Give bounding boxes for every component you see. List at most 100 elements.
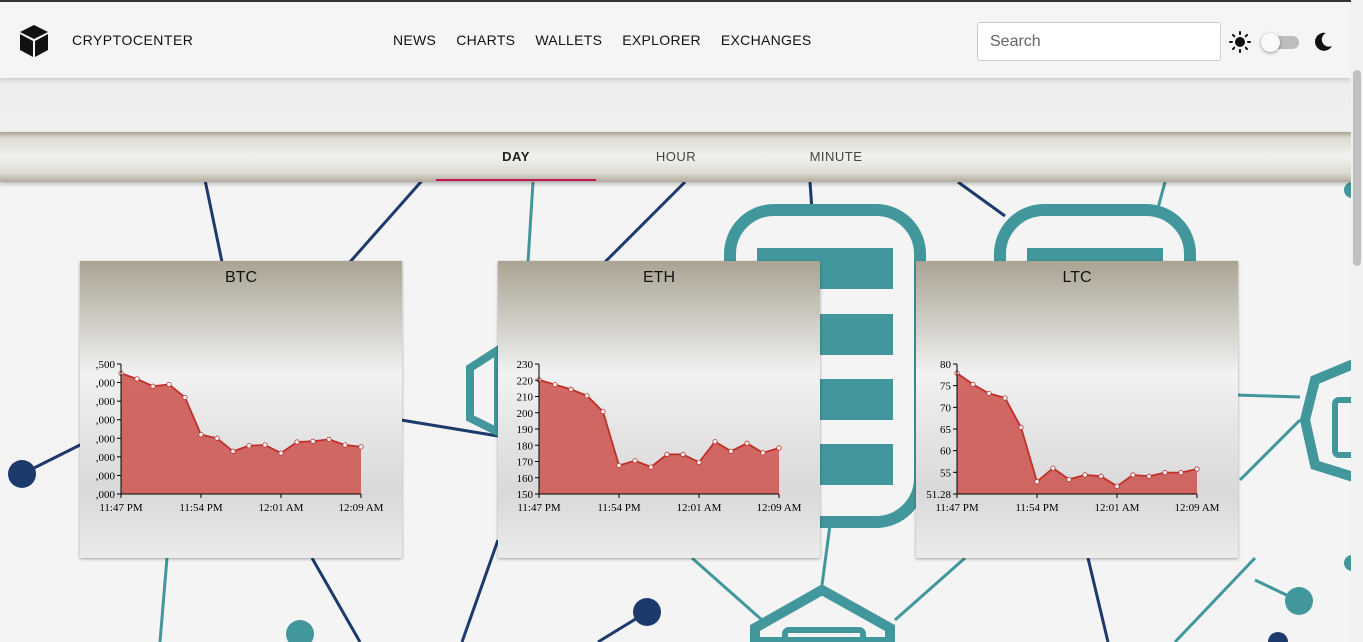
data-point bbox=[326, 436, 332, 443]
top-navbar: CRYPTOCENTER NEWS CHARTS WALLETS EXPLORE… bbox=[0, 0, 1351, 78]
theme-toggle[interactable] bbox=[1261, 33, 1299, 52]
x-tick-label: 12:09 AM bbox=[757, 502, 802, 514]
brand-name[interactable]: CRYPTOCENTER bbox=[72, 32, 193, 48]
x-tick-label: 12:09 AM bbox=[339, 502, 384, 514]
data-point bbox=[1178, 470, 1184, 476]
tab-hour[interactable]: HOUR bbox=[596, 132, 756, 182]
nav-wallets[interactable]: WALLETS bbox=[535, 32, 602, 48]
main-nav: NEWS CHARTS WALLETS EXPLORER EXCHANGES bbox=[393, 32, 812, 48]
data-point bbox=[198, 431, 204, 438]
header-shadow-panel bbox=[0, 78, 1351, 133]
data-point bbox=[1162, 470, 1168, 476]
data-point bbox=[342, 442, 348, 448]
data-point bbox=[278, 450, 284, 456]
x-tick-label: 11:47 PM bbox=[935, 502, 979, 514]
tab-day[interactable]: DAY bbox=[436, 132, 596, 182]
chart-title: BTC bbox=[225, 269, 257, 286]
x-tick-label: 11:54 PM bbox=[179, 502, 223, 514]
eth-chart-card: ETH 230 220 210 200 190 180 170 160 150 11:47 PM 1… bbox=[498, 261, 820, 558]
btc-chart-card: BTC ,500,000,000,000,000,000,000,000 11:4… bbox=[80, 261, 402, 558]
data-point bbox=[986, 390, 992, 397]
price-area bbox=[957, 373, 1197, 494]
tab-minute[interactable]: MINUTE bbox=[756, 132, 916, 182]
y-tick-label: ,000 bbox=[96, 378, 116, 390]
y-tick-label: 55 bbox=[940, 467, 952, 479]
data-point bbox=[230, 448, 236, 454]
data-point bbox=[632, 458, 638, 464]
data-point bbox=[616, 462, 622, 469]
data-point bbox=[310, 438, 316, 444]
search-input[interactable] bbox=[977, 22, 1221, 61]
nav-news[interactable]: NEWS bbox=[393, 32, 436, 48]
data-point bbox=[1050, 465, 1056, 471]
y-tick-label: ,000 bbox=[96, 415, 116, 427]
y-tick-label: 210 bbox=[517, 392, 534, 404]
data-point bbox=[1146, 473, 1152, 479]
data-point bbox=[1130, 472, 1136, 478]
data-point bbox=[970, 381, 976, 387]
y-tick-label: 70 bbox=[940, 402, 952, 414]
data-point bbox=[1098, 473, 1104, 479]
data-point bbox=[1034, 479, 1040, 485]
toggle-knob bbox=[1261, 33, 1280, 52]
btc-price-chart: ,500,000,000,000,000,000,000,00011:47 PM… bbox=[96, 359, 384, 514]
ltc-chart-card: LTC 80 75 70 65 60 55 51.28 11:47 PM 11:54 PM 12:… bbox=[916, 261, 1238, 558]
x-tick-label: 11:47 PM bbox=[517, 502, 561, 514]
y-tick-label: 150 bbox=[517, 489, 534, 501]
scrollbar-thumb[interactable] bbox=[1353, 70, 1361, 266]
y-tick-label: 75 bbox=[940, 381, 952, 393]
cube-logo-icon[interactable] bbox=[19, 24, 49, 58]
data-point bbox=[648, 464, 654, 470]
data-point bbox=[246, 443, 252, 449]
data-point bbox=[776, 445, 782, 451]
nav-exchanges[interactable]: EXCHANGES bbox=[721, 32, 812, 48]
y-tick-label: ,500 bbox=[96, 359, 116, 371]
y-tick-label: 200 bbox=[517, 408, 534, 420]
data-point bbox=[182, 394, 188, 401]
y-tick-label: ,000 bbox=[96, 433, 116, 445]
data-point bbox=[1082, 472, 1088, 478]
nav-explorer[interactable]: EXPLORER bbox=[622, 32, 701, 48]
data-point bbox=[1194, 466, 1200, 472]
ltc-price-chart: 80 75 70 65 60 55 51.2811:47 PM 11:54 PM 12:01 A… bbox=[926, 359, 1220, 514]
x-tick-label: 12:01 AM bbox=[259, 502, 304, 514]
data-point bbox=[214, 435, 220, 441]
data-point bbox=[262, 442, 268, 448]
data-point bbox=[744, 440, 750, 446]
data-point bbox=[712, 439, 718, 445]
y-tick-label: 80 bbox=[940, 359, 952, 371]
price-area bbox=[539, 379, 779, 494]
price-area bbox=[121, 373, 361, 494]
page-scrollbar[interactable] bbox=[1351, 0, 1363, 642]
data-point bbox=[134, 376, 140, 382]
data-point bbox=[150, 383, 156, 389]
timeframe-tabs: DAY HOUR MINUTE bbox=[0, 132, 1351, 182]
x-tick-label: 12:01 AM bbox=[1095, 502, 1140, 514]
y-tick-label: 220 bbox=[517, 375, 534, 387]
data-point bbox=[358, 444, 364, 450]
y-tick-label: ,000 bbox=[96, 470, 116, 482]
y-tick-label: ,000 bbox=[96, 396, 116, 408]
data-point bbox=[568, 386, 574, 392]
active-tab-indicator bbox=[436, 179, 596, 181]
data-point bbox=[1002, 395, 1008, 401]
data-point bbox=[166, 381, 172, 388]
data-point bbox=[728, 448, 734, 454]
x-tick-label: 12:09 AM bbox=[1175, 502, 1220, 514]
y-tick-label: ,000 bbox=[96, 452, 116, 464]
y-tick-label: 230 bbox=[517, 359, 534, 371]
chart-title: ETH bbox=[643, 269, 675, 286]
sun-icon bbox=[1229, 31, 1251, 53]
y-tick-label: 60 bbox=[940, 446, 952, 458]
x-tick-label: 11:47 PM bbox=[99, 502, 143, 514]
data-point bbox=[664, 451, 670, 457]
y-tick-label: 190 bbox=[517, 424, 534, 436]
data-point bbox=[294, 439, 300, 445]
y-tick-label: 160 bbox=[517, 473, 534, 485]
x-tick-label: 11:54 PM bbox=[1015, 502, 1059, 514]
nav-charts[interactable]: CHARTS bbox=[456, 32, 515, 48]
chart-title: LTC bbox=[1062, 269, 1092, 286]
moon-icon bbox=[1315, 32, 1332, 51]
y-tick-label: ,000 bbox=[96, 489, 116, 501]
data-point bbox=[1114, 483, 1120, 489]
